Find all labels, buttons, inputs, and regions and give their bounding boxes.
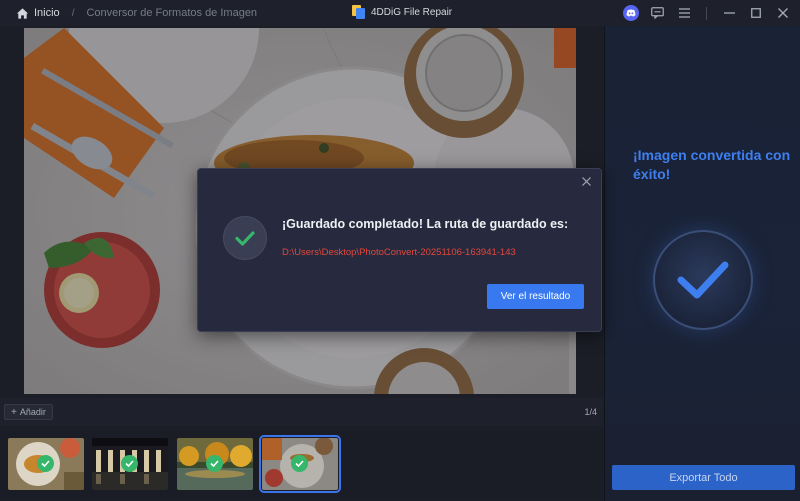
breadcrumb-home[interactable]: Inicio xyxy=(34,7,60,19)
discord-icon[interactable] xyxy=(623,5,639,21)
breadcrumb-separator: / xyxy=(71,7,75,19)
save-complete-dialog: ¡Guardado completado! La ruta de guardad… xyxy=(197,168,602,332)
add-button-label: Añadir xyxy=(19,407,46,417)
result-panel: ¡Imagen convertida con éxito! Exportar T… xyxy=(604,26,800,501)
view-result-button[interactable]: Ver el resultado xyxy=(487,284,584,309)
menu-icon[interactable] xyxy=(675,4,693,22)
window-controls xyxy=(623,4,792,22)
dialog-title: ¡Guardado completado! La ruta de guardad… xyxy=(282,217,569,231)
thumbnail-check-icon xyxy=(206,455,223,472)
save-path-link[interactable]: D:\Users\Desktop\PhotoConvert-20251106-1… xyxy=(282,247,516,258)
maximize-icon[interactable] xyxy=(747,4,765,22)
breadcrumb-section: Conversor de Formatos de Imagen xyxy=(86,7,258,19)
add-button[interactable]: + Añadir xyxy=(4,404,53,420)
plus-icon: + xyxy=(11,406,17,418)
breadcrumb: Inicio / Conversor de Formatos de Imagen xyxy=(0,7,257,20)
thumbnail-autumn-lake-photo[interactable] xyxy=(177,438,253,490)
thumbnail-food-photo-1[interactable] xyxy=(8,438,84,490)
feedback-icon[interactable] xyxy=(648,4,666,22)
dialog-check-icon xyxy=(223,216,267,260)
thumbnail-arches-photo[interactable] xyxy=(92,438,168,490)
minimize-icon[interactable] xyxy=(720,4,738,22)
thumbnail-check-icon xyxy=(291,455,308,472)
page-counter: 1/4 xyxy=(584,407,597,417)
thumbnail-table-photo[interactable] xyxy=(259,435,341,493)
success-check-icon xyxy=(653,230,753,330)
close-icon[interactable] xyxy=(774,4,792,22)
app-title: 4DDiG File Repair xyxy=(352,5,452,19)
app-logo-icon xyxy=(352,5,365,19)
thumbnail-strip xyxy=(0,430,603,498)
app-name: 4DDiG File Repair xyxy=(371,6,453,18)
home-icon[interactable] xyxy=(16,7,29,20)
thumbnail-check-icon xyxy=(37,455,54,472)
window-controls-divider xyxy=(706,6,707,20)
thumbnail-check-icon xyxy=(121,455,138,472)
export-all-button[interactable]: Exportar Todo xyxy=(612,465,795,490)
image-toolbar: + Añadir 1/4 xyxy=(0,398,603,426)
close-icon[interactable] xyxy=(579,173,593,187)
title-bar: Inicio / Conversor de Formatos de Imagen… xyxy=(0,0,800,26)
success-message: ¡Imagen convertida con éxito! xyxy=(633,147,791,182)
